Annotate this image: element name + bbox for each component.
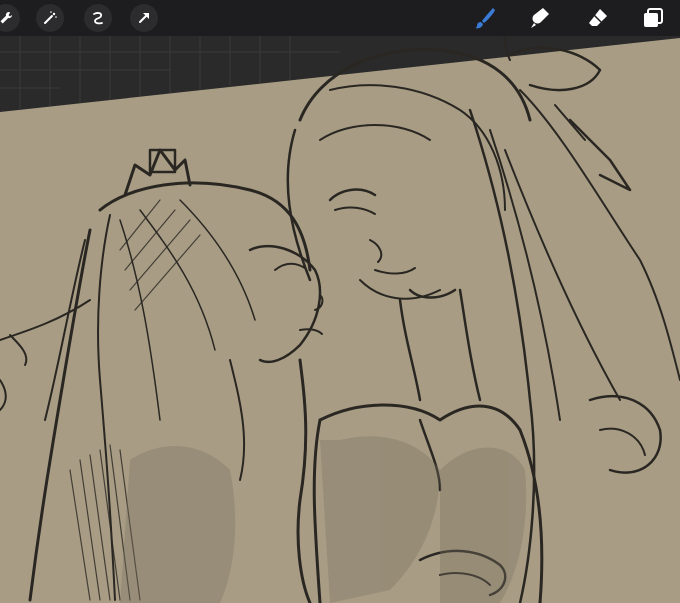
top-toolbar [0,0,680,36]
eraser-icon[interactable] [583,3,613,33]
transform-arrow-icon[interactable] [130,4,158,32]
brush-icon[interactable] [470,3,500,33]
selection-icon[interactable] [84,4,112,32]
magic-wand-icon[interactable] [36,4,64,32]
drawing-canvas[interactable] [0,0,680,603]
smudge-icon[interactable] [526,3,556,33]
wrench-icon[interactable] [0,4,20,32]
layers-icon[interactable] [638,3,668,33]
